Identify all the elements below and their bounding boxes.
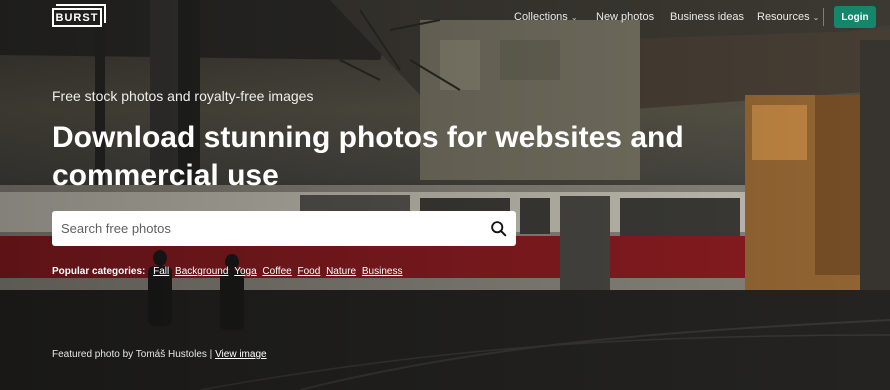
nav-resources-label: Resources — [757, 11, 810, 23]
category-link-background[interactable]: Background — [175, 266, 228, 277]
category-link-nature[interactable]: Nature — [326, 266, 356, 277]
burst-logo[interactable]: BURST — [52, 4, 106, 27]
top-nav: BURST Collections ⌄ New photos Business i… — [0, 0, 890, 34]
page-title: Download stunning photos for websites an… — [52, 121, 684, 192]
photo-credit: Featured photo by Tomáš Hustoles | View … — [52, 349, 267, 360]
category-link-business[interactable]: Business — [362, 266, 403, 277]
category-link-coffee[interactable]: Coffee — [262, 266, 291, 277]
nav-collections[interactable]: Collections ⌄ — [514, 11, 578, 23]
search-bar — [52, 211, 516, 246]
photo-credit-text: Featured photo by Tomáš Hustoles | — [52, 349, 213, 360]
search-input[interactable] — [52, 211, 481, 246]
view-image-link[interactable]: View image — [215, 349, 267, 360]
category-link-fall[interactable]: Fall — [153, 266, 169, 277]
category-link-food[interactable]: Food — [298, 266, 321, 277]
nav-new-photos[interactable]: New photos — [596, 11, 654, 23]
nav-resources[interactable]: Resources ⌄ — [757, 11, 819, 23]
chevron-down-icon: ⌄ — [570, 13, 578, 22]
category-link-yoga[interactable]: Yoga — [234, 266, 256, 277]
popular-categories: Popular categories: Fall Background Yoga… — [52, 266, 402, 277]
hero-overlay — [0, 0, 890, 390]
login-button[interactable]: Login — [834, 6, 876, 28]
hero-eyebrow: Free stock photos and royalty-free image… — [52, 88, 314, 104]
nav-divider — [823, 8, 824, 26]
nav-business-ideas[interactable]: Business ideas — [670, 11, 744, 23]
search-icon[interactable] — [490, 220, 507, 237]
popular-categories-label: Popular categories: — [52, 266, 146, 277]
nav-collections-label: Collections — [514, 11, 568, 23]
chevron-down-icon: ⌄ — [812, 13, 820, 22]
hero-background — [0, 0, 890, 390]
